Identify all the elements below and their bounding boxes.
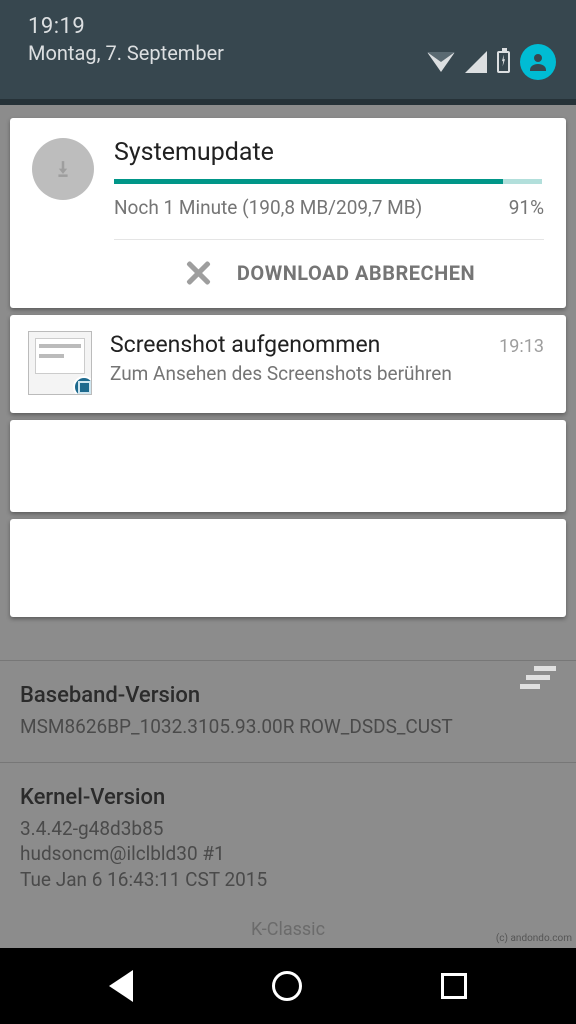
cancel-download-label: DOWNLOAD ABBRECHEN	[237, 261, 475, 285]
navigation-bar	[0, 948, 576, 1024]
status-time: 19:19	[28, 14, 224, 39]
baseband-row[interactable]: Baseband-Version MSM8626BP_1032.3105.93.…	[0, 660, 576, 762]
cancel-download-button[interactable]: DOWNLOAD ABBRECHEN	[114, 239, 544, 308]
screenshot-title: Screenshot aufgenommen	[110, 331, 380, 358]
image-badge-icon	[73, 376, 92, 395]
screenshot-subtitle: Zum Ansehen des Screenshots berühren	[110, 362, 544, 385]
screenshot-thumbnail	[28, 331, 92, 395]
close-icon	[183, 258, 213, 288]
blank-button-1[interactable]	[500, 529, 552, 563]
update-title: Systemupdate	[114, 138, 544, 167]
kernel-row[interactable]: Kernel-Version 3.4.42-g48d3b85 hudsoncm@…	[0, 762, 576, 915]
notification-system-update[interactable]: Systemupdate Noch 1 Minute (190,8 MB/209…	[10, 118, 566, 308]
baseband-label: Baseband-Version	[20, 683, 556, 708]
kernel-label: Kernel-Version	[20, 785, 556, 810]
watermark-text: (c) andondo.com	[496, 933, 572, 944]
baseband-value: MSM8626BP_1032.3105.93.00R ROW_DSDS_CUST	[20, 714, 556, 740]
notification-shade-header[interactable]: 19:19 Montag, 7. September	[0, 0, 576, 105]
notification-list: Systemupdate Noch 1 Minute (190,8 MB/209…	[10, 111, 566, 617]
screenshot-time: 19:13	[499, 336, 544, 357]
notification-blank-2[interactable]	[10, 519, 566, 617]
download-icon	[32, 138, 94, 200]
signal-icon	[465, 51, 487, 73]
brand-text: K-Classic	[0, 915, 576, 950]
header-left: 19:19 Montag, 7. September	[28, 14, 224, 99]
download-progress-fill	[114, 179, 503, 184]
header-right	[427, 14, 556, 99]
quick-settings-icon[interactable]	[520, 666, 554, 690]
update-subtitle: Noch 1 Minute (190,8 MB/209,7 MB)	[114, 196, 422, 219]
recent-apps-button[interactable]	[441, 973, 467, 999]
wifi-icon	[427, 52, 455, 72]
home-button[interactable]	[272, 971, 302, 1001]
blank-button-2[interactable]	[500, 571, 552, 605]
status-date: Montag, 7. September	[28, 41, 224, 65]
download-progress-bar	[114, 179, 542, 184]
user-avatar-icon[interactable]	[520, 44, 556, 80]
kernel-value: 3.4.42-g48d3b85 hudsoncm@ilclbld30 #1 Tu…	[20, 816, 556, 893]
update-percent: 91%	[509, 196, 544, 219]
notification-screenshot[interactable]: Screenshot aufgenommen 19:13 Zum Ansehen…	[10, 315, 566, 413]
back-button[interactable]	[109, 970, 133, 1002]
battery-charging-icon	[497, 51, 510, 73]
notification-blank-1[interactable]	[10, 420, 566, 512]
